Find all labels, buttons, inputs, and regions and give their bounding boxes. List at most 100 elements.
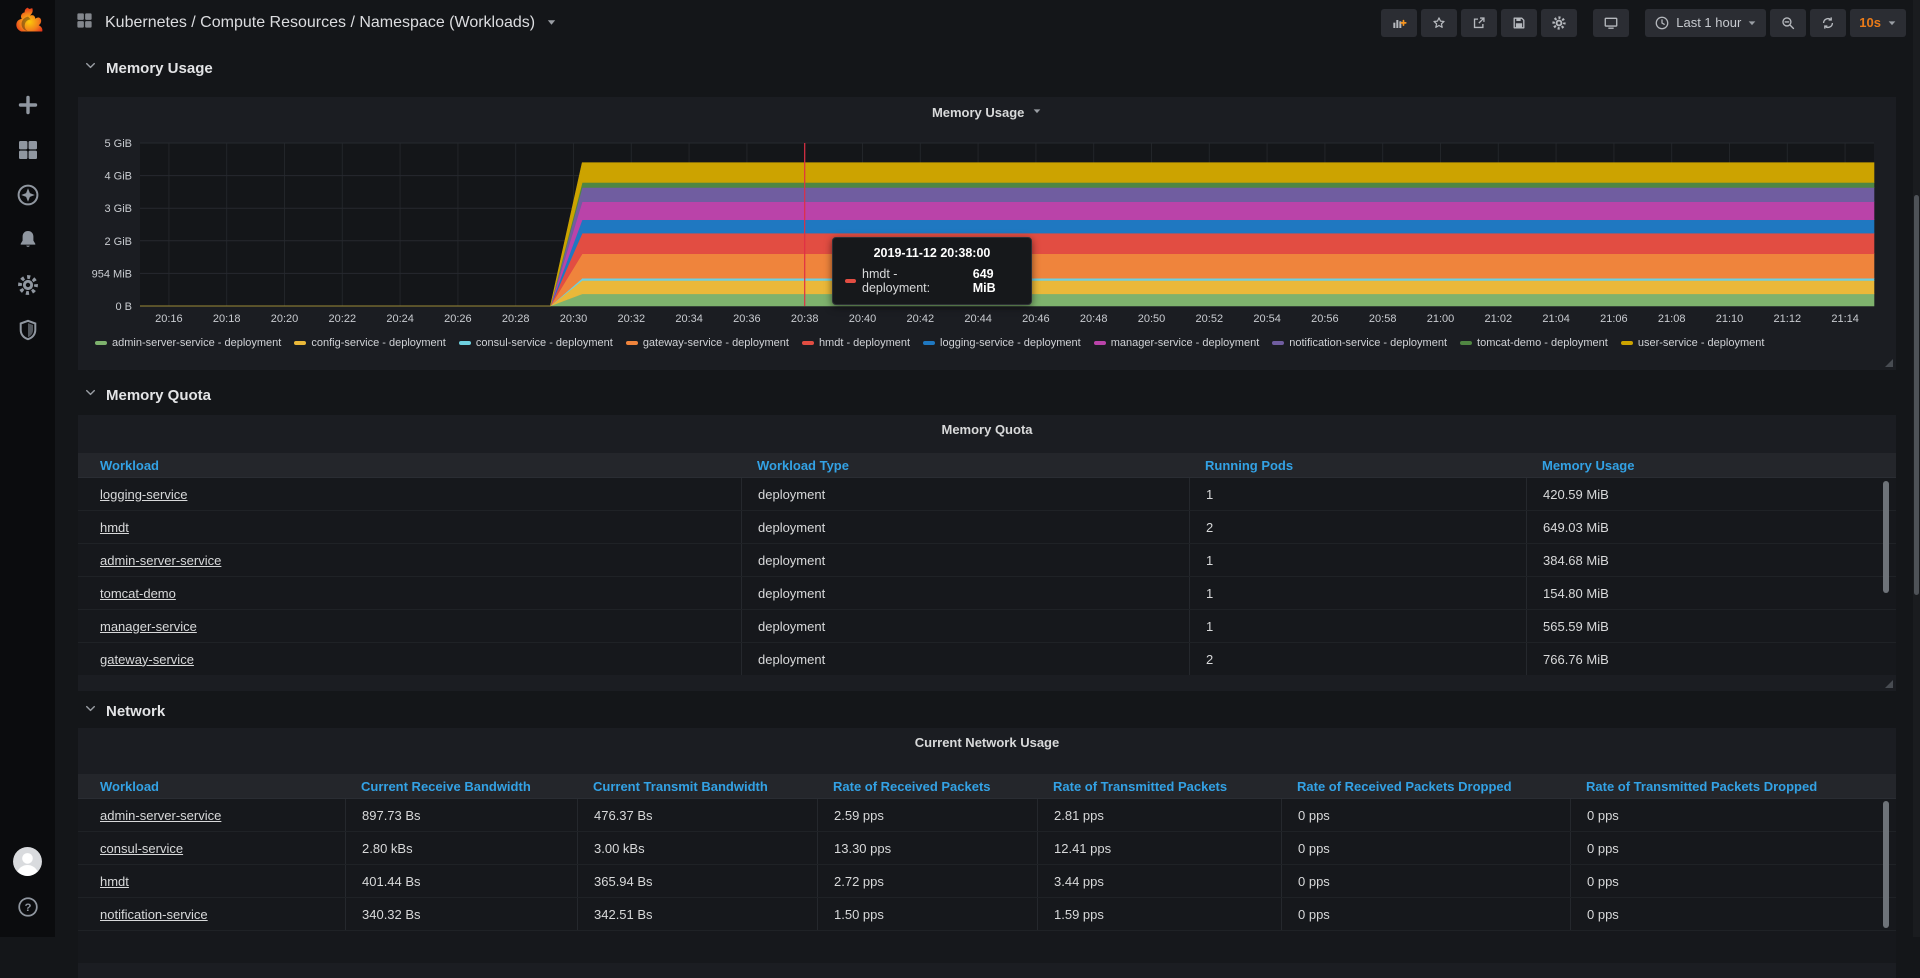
workload-link[interactable]: hmdt <box>100 520 129 535</box>
sidebar-plus-button[interactable] <box>16 93 40 117</box>
column-header[interactable]: Rate of Transmitted Packets Dropped <box>1570 779 1890 794</box>
column-header[interactable]: Rate of Transmitted Packets <box>1037 779 1281 794</box>
legend-item[interactable]: user-service - deployment <box>1621 337 1765 349</box>
svg-text:20:20: 20:20 <box>271 313 299 325</box>
workload-link[interactable]: gateway-service <box>100 652 194 667</box>
sidebar-shield-button[interactable] <box>16 318 40 342</box>
dashboard-title-area[interactable]: Kubernetes / Compute Resources / Namespa… <box>75 11 557 35</box>
value-cell: 420.59 MiB <box>1526 478 1890 510</box>
top-navbar: Kubernetes / Compute Resources / Namespa… <box>55 0 1920 45</box>
page-scrollbar-thumb[interactable] <box>1914 195 1919 595</box>
section-network[interactable]: Network <box>84 700 165 722</box>
value-cell: 476.37 Bs <box>577 799 817 831</box>
column-header[interactable]: Workload <box>78 458 741 473</box>
svg-text:4 GiB: 4 GiB <box>104 171 132 183</box>
legend-color-dash <box>923 341 935 345</box>
sidebar-alerting-button[interactable] <box>16 228 40 252</box>
sidebar-explore-button[interactable] <box>16 183 40 207</box>
refresh-icon <box>1820 15 1836 31</box>
legend-item[interactable]: notification-service - deployment <box>1272 337 1447 349</box>
panel-resize-grip[interactable] <box>1885 359 1893 367</box>
save-dashboard-button[interactable] <box>1501 9 1537 37</box>
section-memory-usage[interactable]: Memory Usage <box>84 57 213 79</box>
apps-grid-icon <box>75 11 94 35</box>
panel-title-memory-usage[interactable]: Memory Usage <box>78 104 1896 120</box>
table-row: logging-servicedeployment1420.59 MiB <box>78 477 1896 510</box>
svg-text:21:04: 21:04 <box>1542 313 1570 325</box>
legend-item[interactable]: manager-service - deployment <box>1094 337 1260 349</box>
legend-item[interactable]: logging-service - deployment <box>923 337 1081 349</box>
column-header[interactable]: Rate of Received Packets <box>817 779 1037 794</box>
column-header[interactable]: Workload Type <box>741 458 1189 473</box>
settings-icon <box>16 273 40 297</box>
value-cell: deployment <box>741 643 1189 675</box>
sidebar-dashboards-button[interactable] <box>16 138 40 162</box>
tooltip-series-label: hmdt - deployment: <box>862 267 967 295</box>
share-dashboard-button[interactable] <box>1461 9 1497 37</box>
zoom-out-time-button[interactable] <box>1770 9 1806 37</box>
column-header[interactable]: Memory Usage <box>1526 458 1890 473</box>
grafana-logo[interactable] <box>0 0 55 45</box>
column-header[interactable]: Workload <box>78 779 345 794</box>
legend-color-dash <box>294 341 306 345</box>
sidebar-settings-button[interactable] <box>16 273 40 297</box>
mark-favorite-button[interactable] <box>1421 9 1457 37</box>
refresh-interval-button[interactable]: 10s <box>1850 9 1906 37</box>
svg-text:21:14: 21:14 <box>1831 313 1859 325</box>
table-row: tomcat-demodeployment1154.80 MiB <box>78 576 1896 609</box>
table-scrollbar-thumb[interactable] <box>1883 801 1889 928</box>
network-table: WorkloadCurrent Receive BandwidthCurrent… <box>78 774 1896 963</box>
legend-item[interactable]: admin-server-service - deployment <box>95 337 281 349</box>
legend-item[interactable]: gateway-service - deployment <box>626 337 789 349</box>
sidebar-avatar-button[interactable] <box>12 846 43 880</box>
time-range-button[interactable]: Last 1 hour <box>1645 9 1766 37</box>
panel-resize-grip[interactable] <box>1885 680 1893 688</box>
workload-link[interactable]: consul-service <box>100 841 183 856</box>
value-cell: 1 <box>1189 544 1526 576</box>
workload-link[interactable]: tomcat-demo <box>100 586 176 601</box>
legend-item[interactable]: hmdt - deployment <box>802 337 910 349</box>
svg-text:20:22: 20:22 <box>329 313 357 325</box>
column-header[interactable]: Running Pods <box>1189 458 1526 473</box>
dashboard-settings-button[interactable] <box>1541 9 1577 37</box>
column-header[interactable]: Current Receive Bandwidth <box>345 779 577 794</box>
table-scrollbar-thumb[interactable] <box>1883 481 1889 593</box>
cycle-view-mode-button[interactable] <box>1593 9 1629 37</box>
legend-label: admin-server-service - deployment <box>112 337 281 349</box>
section-memory-quota[interactable]: Memory Quota <box>84 384 211 406</box>
workload-link[interactable]: notification-service <box>100 907 208 922</box>
legend-item[interactable]: config-service - deployment <box>294 337 446 349</box>
workload-link[interactable]: hmdt <box>100 874 129 889</box>
workload-link[interactable]: manager-service <box>100 619 197 634</box>
legend-item[interactable]: tomcat-demo - deployment <box>1460 337 1608 349</box>
legend-label: tomcat-demo - deployment <box>1477 337 1608 349</box>
sidebar-help-button[interactable]: ? <box>17 896 39 921</box>
value-cell: 2.59 pps <box>817 799 1037 831</box>
table-row: notification-service340.32 Bs342.51 Bs1.… <box>78 897 1896 930</box>
workload-link[interactable]: logging-service <box>100 487 187 502</box>
panel-title-current-network-usage[interactable]: Current Network Usage <box>78 735 1896 750</box>
workload-link[interactable]: admin-server-service <box>100 553 221 568</box>
legend-label: user-service - deployment <box>1638 337 1765 349</box>
svg-text:21:06: 21:06 <box>1600 313 1628 325</box>
legend-color-dash <box>1621 341 1633 345</box>
svg-text:20:28: 20:28 <box>502 313 530 325</box>
svg-text:0 B: 0 B <box>115 301 132 313</box>
workload-link[interactable]: admin-server-service <box>100 808 221 823</box>
column-header[interactable]: Current Transmit Bandwidth <box>577 779 817 794</box>
refresh-button[interactable] <box>1810 9 1846 37</box>
chevron-down-icon <box>84 59 97 77</box>
network-panel: Current Network Usage WorkloadCurrent Re… <box>78 728 1896 978</box>
legend-color-dash <box>802 341 814 345</box>
legend-item[interactable]: consul-service - deployment <box>459 337 613 349</box>
svg-text:20:40: 20:40 <box>849 313 877 325</box>
panel-title-memory-quota[interactable]: Memory Quota <box>78 422 1896 437</box>
column-header[interactable]: Rate of Received Packets Dropped <box>1281 779 1570 794</box>
add-panel-button[interactable] <box>1381 9 1417 37</box>
value-cell: deployment <box>741 544 1189 576</box>
table-row: hmdt401.44 Bs365.94 Bs2.72 pps3.44 pps0 … <box>78 864 1896 897</box>
tv-icon <box>1603 15 1619 31</box>
value-cell: 3.44 pps <box>1037 865 1281 897</box>
value-cell: 384.68 MiB <box>1526 544 1890 576</box>
plus-icon <box>16 93 40 117</box>
